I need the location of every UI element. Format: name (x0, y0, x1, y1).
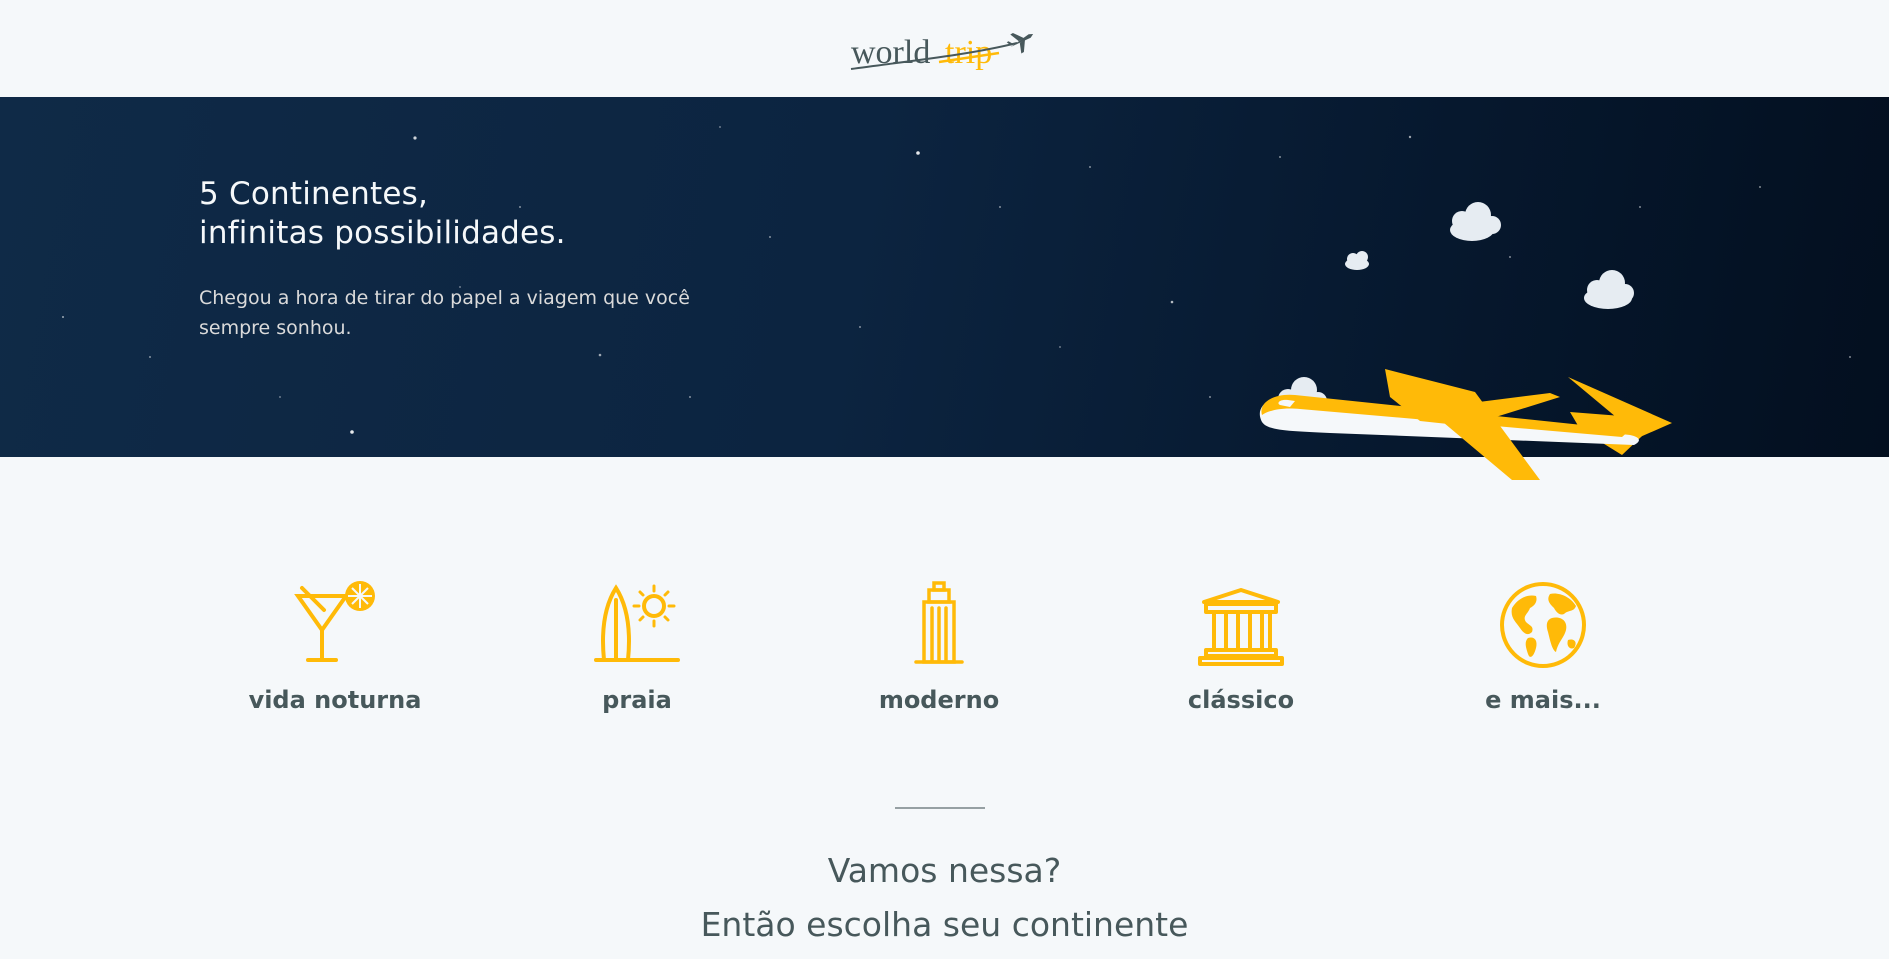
worldtrip-logo-graphic: world trip (850, 32, 1033, 71)
surfboard-sun-icon (592, 580, 682, 670)
travel-types: vida noturna praia moderno clássico e ma… (0, 580, 1889, 730)
travel-type-vida-noturna[interactable]: vida noturna (215, 580, 455, 714)
travel-type-classico[interactable]: clássico (1121, 580, 1361, 714)
globe-icon (1498, 580, 1588, 670)
cta-heading-line-2: Então escolha seu continente (700, 905, 1189, 944)
skyscraper-icon (894, 580, 984, 670)
hero-title-line-2: infinitas possibilidades. (199, 215, 566, 251)
section-divider (895, 807, 985, 809)
cloud-icon (1450, 202, 1501, 241)
travel-type-label: moderno (878, 686, 1000, 714)
travel-type-moderno[interactable]: moderno (819, 580, 1059, 714)
travel-type-label: e mais... (1485, 686, 1601, 714)
airplane-icon (1006, 32, 1033, 54)
cocktail-icon (290, 580, 380, 670)
travel-type-label: clássico (1187, 686, 1295, 714)
site-header: world trip (0, 0, 1889, 97)
cta-heading-line-1: Vamos nessa? (827, 851, 1062, 890)
travel-type-praia[interactable]: praia (517, 580, 757, 714)
travel-type-label: vida noturna (248, 686, 422, 714)
travel-type-e-mais[interactable]: e mais... (1423, 580, 1663, 714)
svg-text:world: world (851, 34, 930, 71)
worldtrip-logo[interactable]: world trip (849, 19, 1041, 79)
cloud-icon (1584, 270, 1634, 309)
classic-building-icon (1196, 580, 1286, 670)
hero-banner: 5 Continentes, infinitas possibilidades.… (0, 97, 1889, 480)
cloud-icon (1345, 251, 1369, 270)
travel-type-label: praia (602, 686, 672, 714)
hero-title-line-1: 5 Continentes, (199, 176, 429, 212)
airplane-icon (1259, 369, 1672, 480)
airplane-illustration (1259, 202, 1672, 480)
hero-title: 5 Continentes, infinitas possibilidades. (199, 175, 799, 253)
hero-subtitle: Chegou a hora de tirar do papel a viagem… (199, 287, 690, 339)
